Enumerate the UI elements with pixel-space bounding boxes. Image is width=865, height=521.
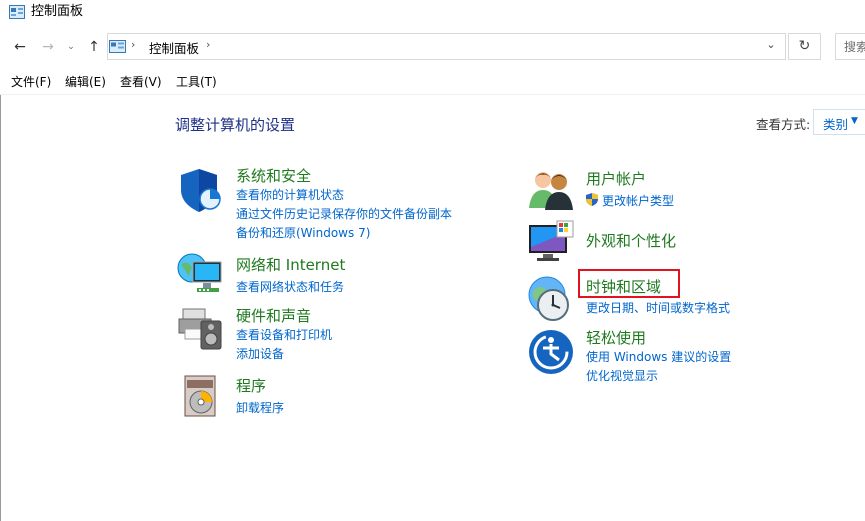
forward-button[interactable]: →	[38, 37, 58, 57]
address-history-dropdown[interactable]: ⌄	[762, 38, 780, 51]
link-file-history-backup[interactable]: 通过文件历史记录保存你的文件备份副本	[236, 205, 452, 222]
view-by-label: 查看方式:	[756, 117, 811, 132]
view-by-value[interactable]: 类别	[823, 114, 848, 133]
category-clock-region[interactable]: 时钟和区域	[586, 276, 661, 297]
up-button[interactable]: ↑	[84, 37, 104, 57]
category-ease-of-access[interactable]: 轻松使用	[586, 327, 646, 348]
users-icon[interactable]	[527, 166, 575, 214]
link-uninstall-program[interactable]: 卸载程序	[236, 399, 284, 416]
recent-locations-button[interactable]: ⌄	[64, 37, 78, 57]
link-devices-printers[interactable]: 查看设备和打印机	[236, 326, 332, 343]
link-optimize-visual-display[interactable]: 优化视觉显示	[586, 367, 658, 384]
page-title: 调整计算机的设置	[175, 116, 296, 134]
printer-speaker-icon[interactable]	[177, 303, 225, 351]
category-user-accounts[interactable]: 用户帐户	[586, 168, 646, 189]
link-change-date-time-format[interactable]: 更改日期、时间或数字格式	[586, 299, 730, 316]
shield-icon[interactable]	[177, 166, 225, 214]
category-appearance[interactable]: 外观和个性化	[586, 230, 676, 251]
chevron-down-icon[interactable]: ▼	[851, 116, 858, 126]
window-edge	[0, 95, 1, 521]
link-add-device[interactable]: 添加设备	[236, 345, 284, 362]
breadcrumb-control-panel[interactable]: 控制面板	[149, 38, 199, 57]
category-hardware-sound[interactable]: 硬件和声音	[236, 305, 311, 326]
title-bar	[0, 0, 865, 30]
link-change-account-type[interactable]: 更改帐户类型	[602, 192, 674, 209]
category-programs[interactable]: 程序	[236, 375, 266, 396]
category-system-security[interactable]: 系统和安全	[236, 165, 311, 186]
control-panel-icon	[109, 40, 126, 53]
breadcrumb-separator[interactable]: ›	[206, 38, 210, 51]
uac-shield-icon	[586, 193, 598, 206]
window-title: 控制面板	[31, 4, 84, 19]
menu-tools[interactable]: 工具(T)	[176, 73, 217, 90]
control-panel-icon	[9, 5, 25, 19]
back-button[interactable]: ←	[10, 37, 30, 57]
monitor-palette-icon[interactable]	[527, 219, 575, 267]
programs-disk-icon[interactable]	[177, 372, 225, 420]
refresh-button[interactable]: ↻	[788, 33, 821, 60]
breadcrumb-separator[interactable]: ›	[131, 38, 135, 51]
menu-file[interactable]: 文件(F)	[11, 73, 51, 90]
network-globe-icon[interactable]	[177, 250, 225, 298]
menu-view[interactable]: 查看(V)	[120, 73, 162, 90]
link-backup-restore[interactable]: 备份和还原(Windows 7)	[236, 224, 370, 241]
search-placeholder: 搜索	[844, 40, 865, 54]
link-network-status[interactable]: 查看网络状态和任务	[236, 278, 344, 295]
link-view-computer-status[interactable]: 查看你的计算机状态	[236, 186, 344, 203]
link-windows-recommended-settings[interactable]: 使用 Windows 建议的设置	[586, 348, 731, 365]
category-network-internet[interactable]: 网络和 Internet	[236, 254, 345, 275]
ease-of-access-icon[interactable]	[527, 328, 575, 376]
menu-edit[interactable]: 编辑(E)	[65, 73, 106, 90]
clock-globe-icon[interactable]	[527, 275, 575, 323]
